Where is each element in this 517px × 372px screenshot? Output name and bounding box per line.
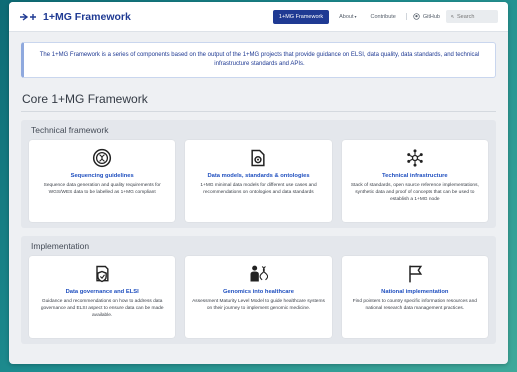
card-title[interactable]: Data governance and ELSI: [66, 289, 139, 295]
card-title[interactable]: Data models, standards & ontologies: [207, 173, 309, 179]
card-description: Sequence data generation and quality req…: [43, 183, 161, 195]
nav-framework-link[interactable]: 1+MG Framework: [272, 9, 330, 24]
top-navbar: 1+MG Framework 1+MG Framework About▾ Con…: [9, 2, 508, 32]
intro-banner: The 1+MG Framework is a series of compon…: [21, 42, 496, 78]
brand-logo-icon: [20, 12, 36, 21]
section-heading: Technical framework: [31, 125, 109, 135]
network-hub-icon: [407, 149, 423, 167]
card-description: 1+MG minimal data models for different u…: [200, 183, 317, 195]
nav-contribute-link[interactable]: Contribute: [366, 11, 399, 23]
card-data-models[interactable]: Data models, standards & ontologies 1+MG…: [185, 140, 332, 222]
search-icon: [451, 15, 454, 18]
flag-icon: [409, 265, 422, 283]
card-data-governance[interactable]: Data governance and ELSI Guidance and re…: [29, 256, 176, 338]
card-technical-infrastructure[interactable]: Technical infrastructure Stack of standa…: [341, 140, 488, 222]
card-row: Sequencing guidelines Sequence data gene…: [29, 140, 488, 222]
nav-about-label: About: [339, 13, 354, 20]
card-description: Assessment Maturity Level Model to guide…: [192, 299, 325, 311]
search-input[interactable]: [457, 13, 493, 20]
card-description: Stack of standards, open source referenc…: [350, 183, 479, 202]
technical-framework-section: Technical framework Sequencing guideline…: [21, 120, 496, 228]
card-genomics-healthcare[interactable]: Genomics into healthcare Assessment Matu…: [185, 256, 332, 338]
card-title[interactable]: Sequencing guidelines: [71, 173, 134, 179]
nav-menu: 1+MG Framework About▾ Contribute GitHub: [272, 9, 498, 24]
brand-name: 1+MG Framework: [43, 10, 131, 23]
card-row: Data governance and ELSI Guidance and re…: [29, 256, 488, 338]
card-sequencing-guidelines[interactable]: Sequencing guidelines Sequence data gene…: [29, 140, 176, 222]
card-title[interactable]: National implementation: [381, 289, 448, 295]
nav-contribute-label: Contribute: [370, 13, 396, 20]
search-box[interactable]: [446, 10, 498, 23]
title-divider: [21, 111, 496, 112]
card-title[interactable]: Technical infrastructure: [382, 173, 448, 179]
nav-framework-label: 1+MG Framework: [278, 13, 324, 20]
card-description: Guidance and recommendations on how to a…: [40, 299, 164, 318]
implementation-section: Implementation Data governance and ELSI …: [21, 236, 496, 344]
section-heading: Implementation: [31, 241, 90, 251]
card-title[interactable]: Genomics into healthcare: [223, 289, 294, 295]
card-description: Find pointers to country specific inform…: [352, 299, 477, 311]
intro-text: The 1+MG Framework is a series of compon…: [39, 52, 480, 67]
github-label: GitHub: [422, 13, 440, 20]
brand-link[interactable]: 1+MG Framework: [19, 11, 131, 23]
data-file-gear-icon: [251, 149, 266, 167]
page-title: Core 1+MG Framework: [22, 92, 148, 106]
github-link[interactable]: GitHub: [405, 13, 440, 20]
nav-about-dropdown[interactable]: About▾: [335, 11, 360, 23]
card-national-implementation[interactable]: National implementation Find pointers to…: [341, 256, 488, 338]
chevron-down-icon: ▾: [354, 13, 357, 19]
github-icon: [413, 13, 420, 20]
shield-document-icon: [96, 265, 109, 283]
browser-frame: 1+MG Framework 1+MG Framework About▾ Con…: [9, 2, 508, 364]
doctor-dna-icon: [250, 265, 269, 282]
dna-badge-icon: [93, 148, 112, 168]
